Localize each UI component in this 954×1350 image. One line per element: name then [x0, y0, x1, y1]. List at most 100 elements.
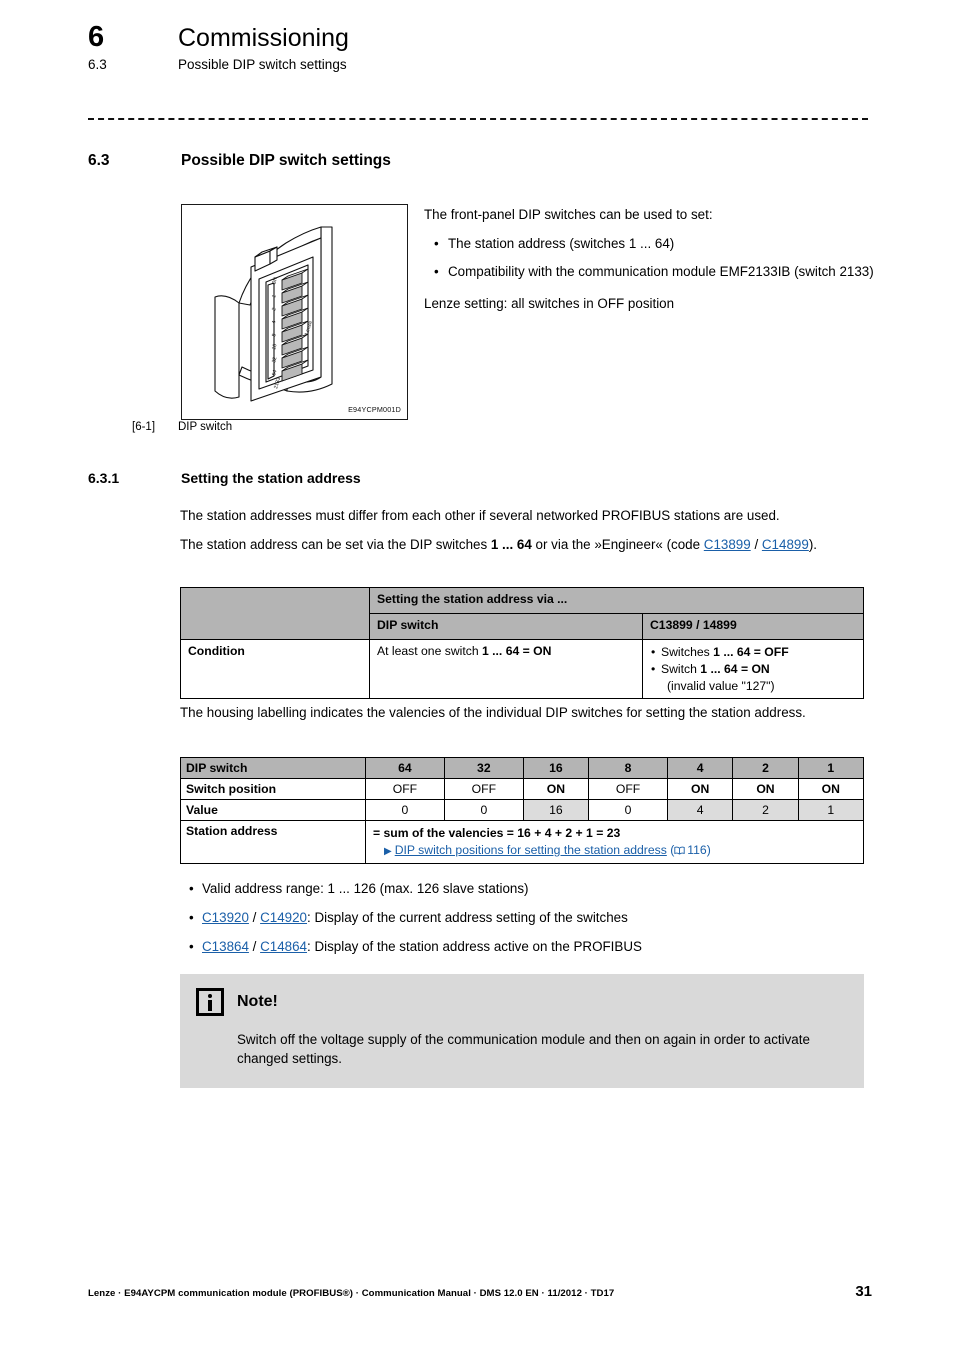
figure-caption-number: [6-1]: [132, 421, 156, 433]
intro-block: The front-panel DIP switches can be used…: [424, 205, 876, 313]
table-row: Switch position OFF OFF ON OFF ON ON ON: [180, 778, 865, 800]
info-icon-stem: [208, 1000, 212, 1011]
code-link-c14864[interactable]: C14864: [260, 939, 307, 954]
code-link-c13864[interactable]: C13864: [202, 939, 249, 954]
code-bullet-note: (invalid value "127"): [667, 678, 775, 693]
subsection-heading-title: Setting the station address: [181, 470, 361, 486]
condition-row-label: Condition: [180, 638, 370, 700]
section-heading-title: Possible DIP switch settings: [181, 152, 391, 169]
table-dip-switch-valency: DIP switch 64 32 16 8 4 2 1 Switch posit…: [180, 757, 865, 864]
list-item: Switches 1 ... 64 = OFF: [651, 644, 856, 661]
bullet-2-separator: /: [248, 938, 261, 954]
header-divider-rule: [88, 118, 868, 120]
section-heading-number: 6.3: [88, 152, 110, 169]
valency-row-label-1: Switch position: [180, 778, 366, 800]
header-chapter-title: Commissioning: [178, 24, 349, 52]
subsection-paragraph-1: The station addresses must differ from e…: [180, 508, 780, 523]
condition-dip-bold: 1 ... 64 = ON: [482, 644, 552, 658]
header-section-row: 6.3 Possible DIP switch settings: [88, 57, 878, 72]
valency-col-16: 16: [522, 757, 590, 779]
code-link-c13920[interactable]: C13920: [202, 910, 249, 925]
footer-text: Lenze · E94AYCPM communication module (P…: [88, 1288, 615, 1299]
page-footer: Lenze · E94AYCPM communication module (P…: [88, 1283, 872, 1300]
intro-lead: The front-panel DIP switches can be used…: [424, 207, 713, 222]
table-row: Condition At least one switch 1 ... 64 =…: [180, 638, 864, 700]
code-bullet-1-bold: 1 ... 64 = ON: [700, 661, 770, 676]
figure-caption: [6-1] DIP switch: [132, 421, 232, 433]
condition-header-blank: [180, 587, 370, 640]
bullet-2-rest: : Display of the station address active …: [307, 938, 642, 954]
switch-position-4: ON: [666, 778, 734, 800]
note-callout: Note! Switch off the voltage supply of t…: [180, 974, 864, 1089]
list-item: C13864 / C14864: Display of the station …: [189, 938, 870, 957]
condition-code-list: Switches 1 ... 64 = OFF Switch 1 ... 64 …: [650, 644, 856, 694]
valency-col-64: 64: [365, 757, 445, 779]
para2-text-b: or via the »Engineer« (code: [531, 537, 704, 552]
intro-bullet-list: The station address (switches 1 ... 64) …: [424, 234, 876, 281]
info-icon-dot: [208, 994, 212, 998]
para2-separator: /: [750, 537, 762, 552]
station-address-cell: = sum of the valencies = 16 + 4 + 2 + 1 …: [365, 820, 864, 864]
value-16: 16: [522, 799, 590, 821]
bullet-1-rest: : Display of the current address setting…: [307, 909, 628, 925]
switch-position-1: ON: [797, 778, 865, 800]
list-item: C13920 / C14920: Display of the current …: [189, 909, 870, 928]
subsection-paragraph-2: The station address can be set via the D…: [180, 535, 868, 555]
condition-cell-dip: At least one switch 1 ... 64 = ON: [369, 638, 643, 700]
condition-subheader-dip: DIP switch: [369, 613, 643, 640]
table-row: DIP switch 64 32 16 8 4 2 1: [180, 757, 865, 779]
crossref-page-number: 116: [687, 843, 707, 857]
document-page: 6 Commissioning 6.3 Possible DIP switch …: [0, 0, 954, 1350]
code-bullet-1-text: Switch: [661, 661, 701, 676]
section-heading: 6.3 Possible DIP switch settings: [88, 152, 391, 170]
table-row: Station address = sum of the valencies =…: [180, 820, 864, 864]
table-row: Setting the station address via ...: [180, 587, 864, 640]
para2-text-c: ).: [808, 537, 817, 552]
code-link-c14920[interactable]: C14920: [260, 910, 307, 925]
note-body-text: Switch off the voltage supply of the com…: [237, 1032, 810, 1067]
intro-tail: Lenze setting: all switches in OFF posit…: [424, 295, 675, 311]
code-bullet-0-bold: 1 ... 64 = OFF: [713, 645, 789, 659]
footer-page-number: 31: [855, 1283, 872, 1300]
list-item: Compatibility with the communication mod…: [434, 262, 876, 281]
header-chapter-number: 6: [88, 21, 105, 53]
page-running-header: 6 Commissioning 6.3 Possible DIP switch …: [88, 21, 878, 73]
condition-header-span: Setting the station address via ...: [369, 587, 864, 614]
crossref-link-dip-switch-positions[interactable]: DIP switch positions for setting the sta…: [395, 843, 667, 857]
list-item: Valid address range: 1 ... 126 (max. 126…: [189, 880, 870, 899]
switch-position-32: OFF: [443, 778, 524, 800]
figure-caption-text: DIP switch: [178, 421, 233, 433]
valency-col-2: 2: [732, 757, 799, 779]
header-chapter-row: 6 Commissioning: [88, 21, 878, 53]
code-bullet-0-text: Switches: [661, 645, 714, 659]
code-link-c13899[interactable]: C13899: [704, 537, 751, 552]
figure-image-id: E94YCPM001D: [348, 405, 401, 414]
switch-position-64: OFF: [365, 778, 445, 800]
post-table-bullets: Valid address range: 1 ... 126 (max. 126…: [180, 880, 870, 966]
dip-switch-illustration: ON 1 2 4 8 16 32 64 2133 Lenze: [214, 226, 333, 402]
value-32: 0: [443, 799, 524, 821]
post-bullet-list: Valid address range: 1 ... 126 (max. 126…: [180, 880, 870, 956]
table-row: Value 0 0 16 0 4 2 1: [180, 799, 865, 821]
header-section-number: 6.3: [88, 57, 107, 73]
valency-col-4: 4: [666, 757, 734, 779]
list-item: The station address (switches 1 ... 64): [434, 234, 876, 253]
switch-position-16: ON: [522, 778, 590, 800]
code-link-c14899[interactable]: C14899: [762, 537, 809, 552]
value-1: 1: [797, 799, 865, 821]
subsection-heading-number: 6.3.1: [88, 470, 120, 486]
table-setting-condition: Setting the station address via ... DIP …: [180, 587, 864, 700]
triangle-right-icon: ▶: [384, 846, 392, 857]
condition-dip-text: At least one switch: [377, 644, 482, 658]
header-section-title: Possible DIP switch settings: [178, 57, 347, 73]
station-address-sum: = sum of the valencies = 16 + 4 + 2 + 1 …: [373, 826, 621, 840]
valency-row-label-3: Station address: [180, 820, 366, 864]
condition-cell-code: Switches 1 ... 64 = OFF Switch 1 ... 64 …: [642, 638, 864, 700]
value-4: 4: [666, 799, 734, 821]
list-item: Switch 1 ... 64 = ON (invalid value "127"…: [651, 661, 856, 695]
subsection-heading: 6.3.1 Setting the station address: [88, 470, 361, 486]
crossref-page-wrapper: (116): [666, 843, 711, 857]
valency-col-32: 32: [443, 757, 524, 779]
figure-dip-switch: ON 1 2 4 8 16 32 64 2133 Lenze E94YCPM00…: [181, 204, 408, 420]
valency-row-label-2: Value: [180, 799, 366, 821]
